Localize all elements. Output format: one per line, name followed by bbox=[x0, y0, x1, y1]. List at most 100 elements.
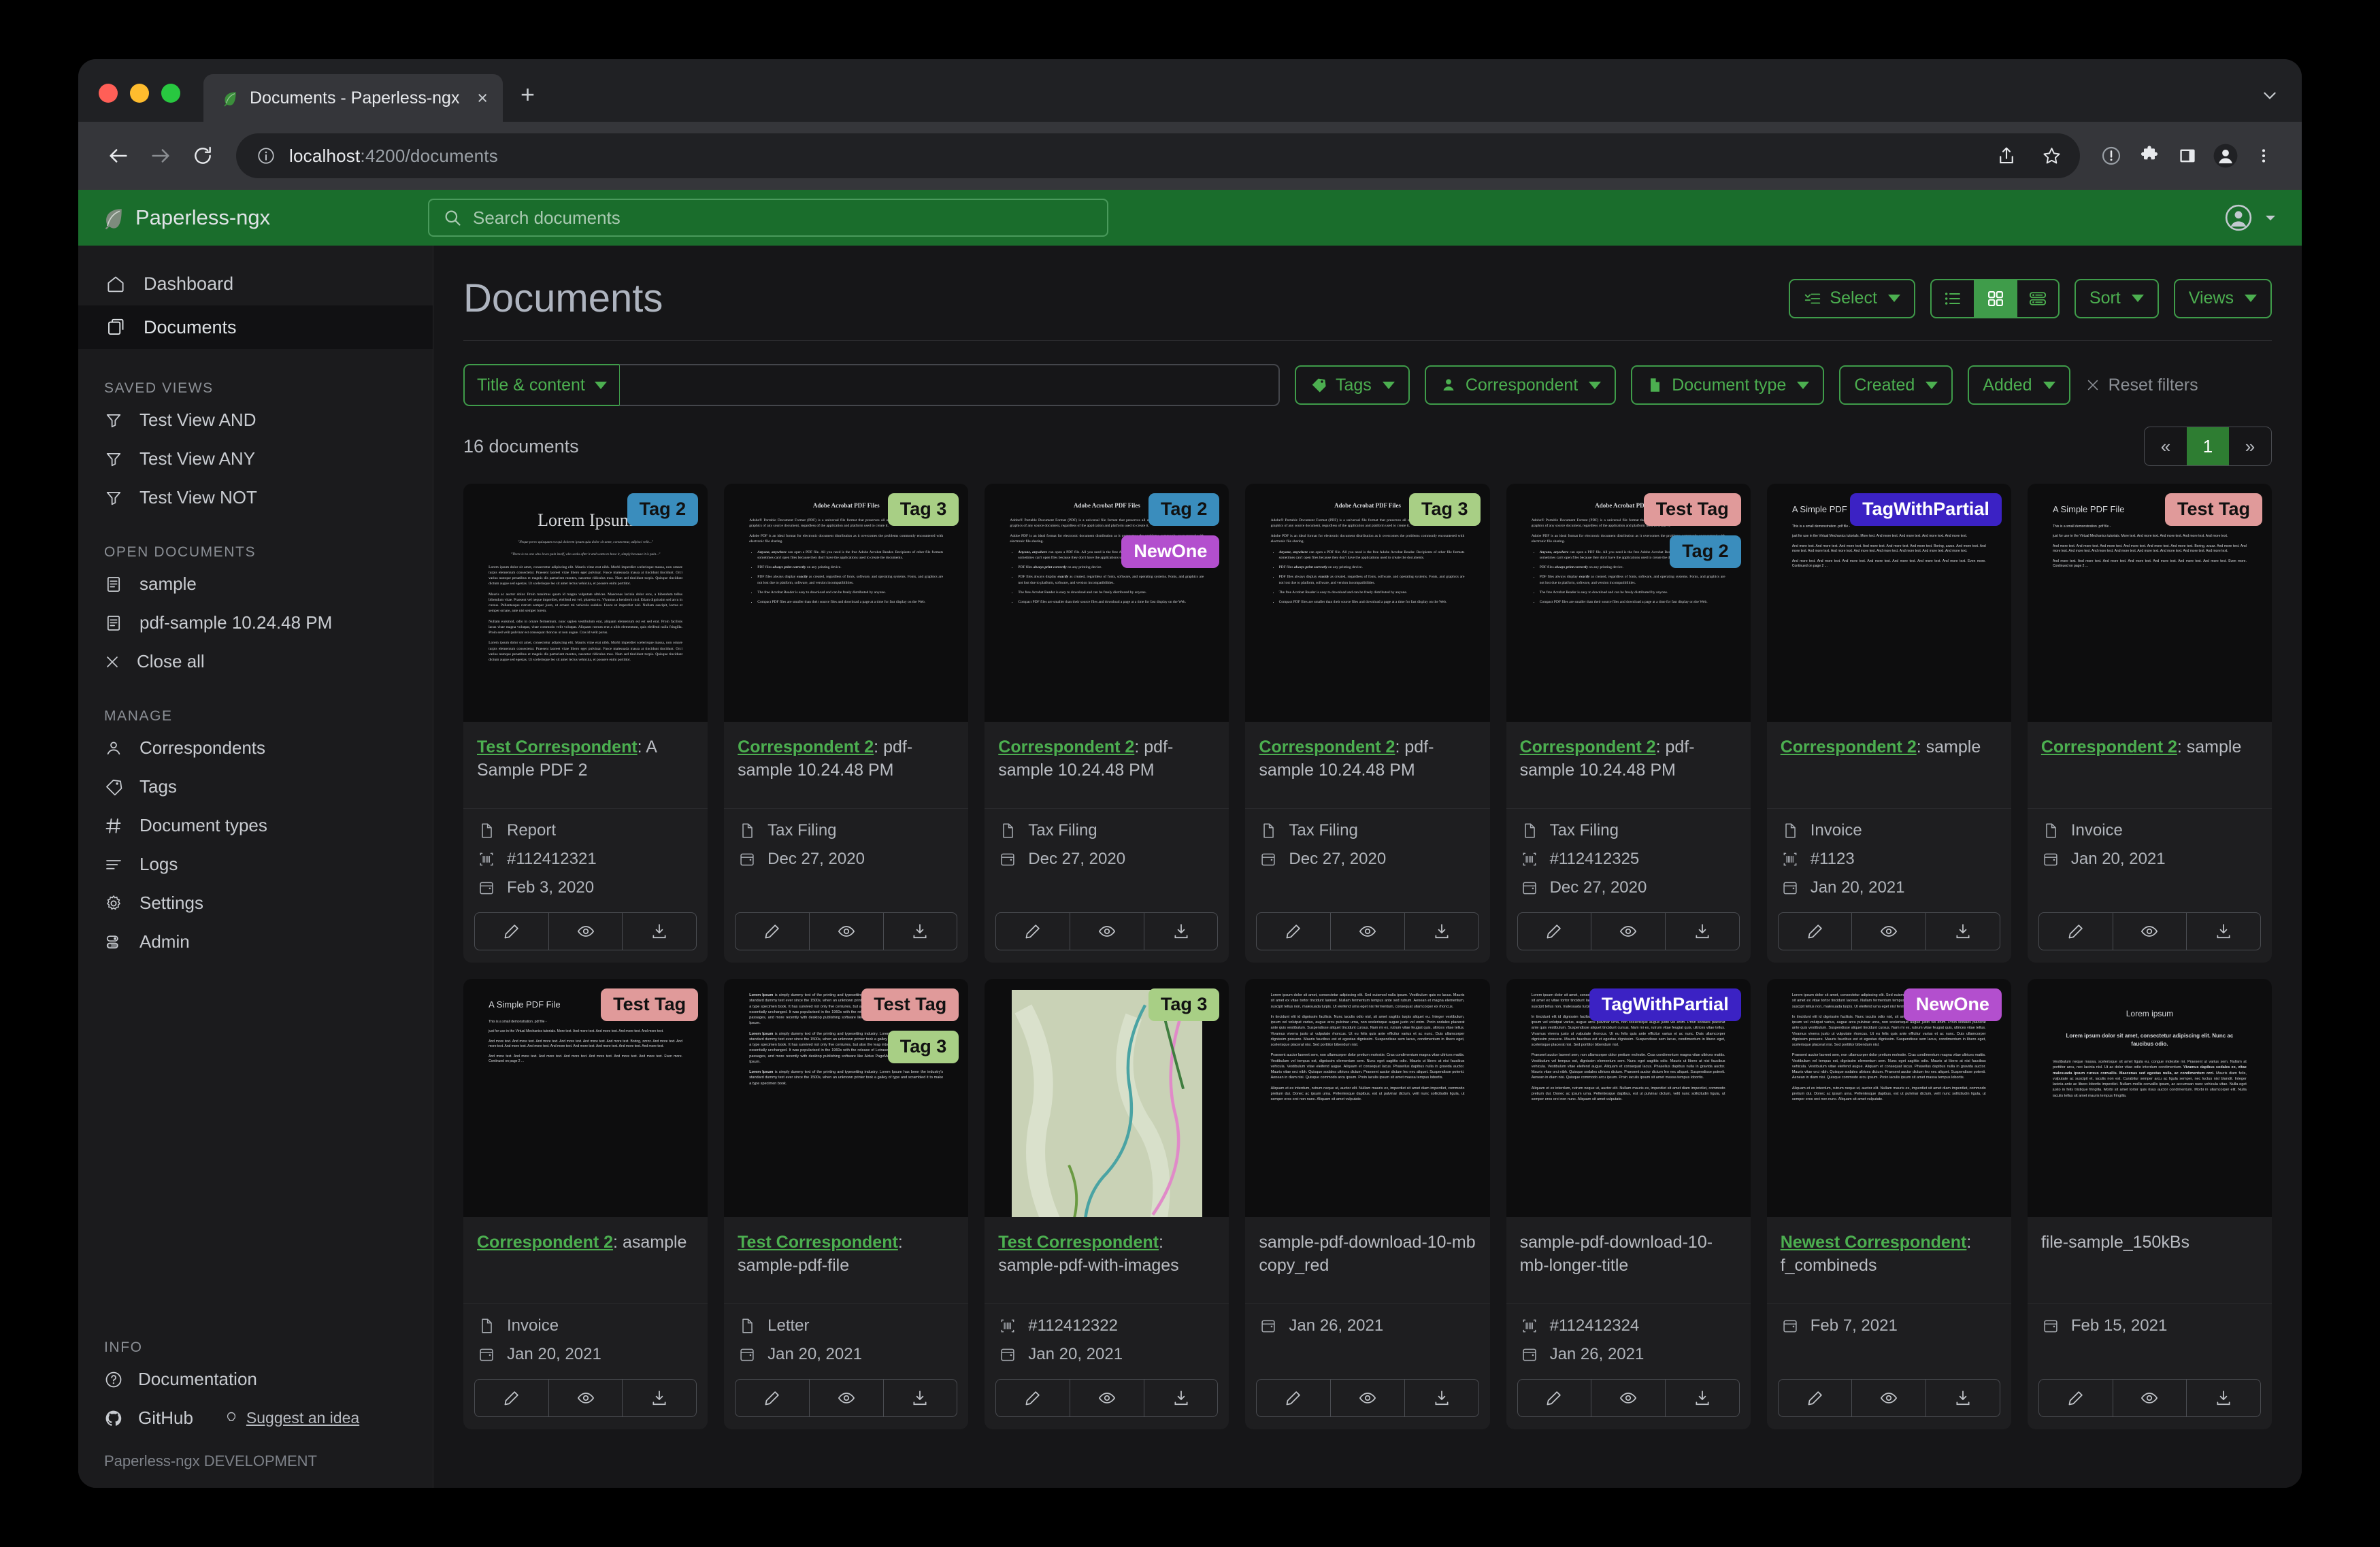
document-tag[interactable]: Tag 2 bbox=[1148, 493, 1220, 526]
side-panel-icon[interactable] bbox=[2168, 137, 2207, 175]
sidebar-item-correspondents[interactable]: Correspondents bbox=[78, 729, 433, 767]
pencil-icon[interactable] bbox=[1257, 913, 1330, 950]
document-tag[interactable]: Tag 2 bbox=[1670, 535, 1741, 568]
document-tag[interactable]: Tag 3 bbox=[887, 1030, 959, 1063]
eye-icon[interactable] bbox=[808, 1380, 883, 1416]
card-thumbnail[interactable]: Lorem ipsum Lorem ipsum dolor sit amet, … bbox=[2027, 979, 2272, 1217]
detail-view-icon[interactable] bbox=[2015, 280, 2058, 317]
eye-icon[interactable] bbox=[1070, 1380, 1144, 1416]
card-thumbnail[interactable]: Lorem ipsum dolor sit amet, consectetur … bbox=[1766, 979, 2011, 1217]
card-correspondent-link[interactable]: Newest Correspondent bbox=[1781, 1233, 1967, 1252]
pencil-icon[interactable] bbox=[736, 1380, 809, 1416]
card-thumbnail[interactable]: A Simple PDF File This is a small demons… bbox=[463, 979, 708, 1217]
document-card[interactable]: Lorem ipsum dolor sit amet, consectetur … bbox=[1766, 979, 2011, 1429]
download-icon[interactable] bbox=[1404, 1380, 1478, 1416]
pencil-icon[interactable] bbox=[996, 1380, 1070, 1416]
card-correspondent-link[interactable]: Correspondent 2 bbox=[477, 1233, 613, 1252]
card-thumbnail[interactable]: Lorem Ipsum is simply dummy text of the … bbox=[724, 979, 969, 1217]
document-tag[interactable]: Tag 2 bbox=[627, 493, 699, 526]
card-thumbnail[interactable]: A Simple PDF File This is a small demons… bbox=[1766, 484, 2011, 722]
close-window-button[interactable] bbox=[99, 84, 118, 103]
download-icon[interactable] bbox=[1404, 913, 1478, 950]
document-card[interactable]: A Simple PDF File This is a small demons… bbox=[2027, 484, 2272, 963]
pagination-next[interactable]: » bbox=[2229, 427, 2271, 465]
card-thumbnail[interactable]: Adobe Acrobat PDF Files Adobe® Portable … bbox=[724, 484, 969, 722]
sidebar-close-all[interactable]: Close all bbox=[78, 642, 433, 681]
pencil-icon[interactable] bbox=[1779, 1380, 1852, 1416]
download-icon[interactable] bbox=[1665, 913, 1739, 950]
eye-icon[interactable] bbox=[1851, 1380, 1926, 1416]
sidebar-item-suggest-idea[interactable]: Suggest an idea bbox=[223, 1409, 359, 1427]
document-tag[interactable]: Test Tag bbox=[2164, 493, 2262, 526]
eye-icon[interactable] bbox=[1330, 1380, 1404, 1416]
sidebar-open-doc-sample[interactable]: sample bbox=[78, 565, 433, 603]
pagination-page-1[interactable]: 1 bbox=[2187, 427, 2229, 465]
card-thumbnail[interactable]: Adobe Acrobat PDF Files Adobe® Portable … bbox=[1506, 484, 1751, 722]
created-filter-button[interactable]: Created bbox=[1839, 365, 1953, 405]
sidebar-item-documentation[interactable]: Documentation bbox=[78, 1360, 433, 1399]
pencil-icon[interactable] bbox=[1257, 1380, 1330, 1416]
sidebar-item-label[interactable]: GitHub bbox=[138, 1408, 193, 1429]
forward-arrow-icon[interactable] bbox=[139, 135, 182, 177]
card-correspondent-link[interactable]: Test Correspondent bbox=[738, 1233, 898, 1252]
document-tag[interactable]: Test Tag bbox=[861, 988, 959, 1021]
sidebar-item-test-view-any[interactable]: Test View ANY bbox=[78, 439, 433, 478]
eye-icon[interactable] bbox=[548, 913, 623, 950]
download-icon[interactable] bbox=[882, 913, 957, 950]
site-info-icon[interactable] bbox=[257, 146, 276, 165]
document-tag[interactable]: Tag 3 bbox=[1409, 493, 1481, 526]
document-card[interactable]: Adobe Acrobat PDF Files Adobe® Portable … bbox=[724, 484, 969, 963]
correspondent-filter-button[interactable]: Correspondent bbox=[1424, 365, 1617, 405]
card-thumbnail[interactable]: Adobe Acrobat PDF Files Adobe® Portable … bbox=[985, 484, 1229, 722]
eye-icon[interactable] bbox=[2112, 1380, 2187, 1416]
document-card[interactable]: Lorem ipsum dolor sit amet, consectetur … bbox=[1245, 979, 1490, 1429]
document-tag[interactable]: Test Tag bbox=[601, 988, 699, 1021]
sidebar-item-tags[interactable]: Tags bbox=[78, 767, 433, 806]
sidebar-item-dashboard[interactable]: Dashboard bbox=[78, 262, 433, 305]
browser-tab[interactable]: Documents - Paperless-ngx × bbox=[203, 74, 503, 122]
pencil-icon[interactable] bbox=[996, 913, 1070, 950]
card-correspondent-link[interactable]: Correspondent 2 bbox=[1520, 737, 1656, 756]
card-correspondent-link[interactable]: Correspondent 2 bbox=[738, 737, 874, 756]
three-dot-menu-icon[interactable] bbox=[2245, 137, 2283, 175]
download-icon[interactable] bbox=[1926, 1380, 2000, 1416]
pencil-icon[interactable] bbox=[1779, 913, 1852, 950]
sidebar-item-settings[interactable]: Settings bbox=[78, 884, 433, 922]
card-correspondent-link[interactable]: Correspondent 2 bbox=[2041, 737, 2177, 756]
download-icon[interactable] bbox=[1926, 913, 2000, 950]
minimize-window-button[interactable] bbox=[130, 84, 149, 103]
download-icon[interactable] bbox=[1665, 1380, 1739, 1416]
pencil-icon[interactable] bbox=[2039, 913, 2113, 950]
pencil-icon[interactable] bbox=[2039, 1380, 2113, 1416]
card-thumbnail[interactable]: Lorem Ipsum "Neque porro quisquam est qu… bbox=[463, 484, 708, 722]
download-icon[interactable] bbox=[1143, 1380, 1218, 1416]
card-thumbnail[interactable]: Lorem ipsum dolor sit amet, consectetur … bbox=[1245, 979, 1490, 1217]
document-card[interactable]: A Simple PDF File This is a small demons… bbox=[463, 979, 708, 1429]
sidebar-item-document-types[interactable]: Document types bbox=[78, 806, 433, 845]
eye-icon[interactable] bbox=[1070, 913, 1144, 950]
pencil-icon[interactable] bbox=[475, 1380, 548, 1416]
reset-filters-button[interactable]: Reset filters bbox=[2085, 376, 2198, 395]
pencil-icon[interactable] bbox=[475, 913, 548, 950]
eye-icon[interactable] bbox=[1591, 913, 1665, 950]
close-icon[interactable]: × bbox=[477, 88, 488, 107]
added-filter-button[interactable]: Added bbox=[1968, 365, 2070, 405]
grid-view-icon[interactable] bbox=[1973, 280, 2016, 317]
document-tag[interactable]: NewOne bbox=[1121, 535, 1220, 568]
search-input[interactable]: Search documents bbox=[428, 199, 1108, 237]
card-correspondent-link[interactable]: Correspondent 2 bbox=[1781, 737, 1917, 756]
document-card[interactable]: Lorem ipsum dolor sit amet, consectetur … bbox=[1506, 979, 1751, 1429]
download-icon[interactable] bbox=[2186, 1380, 2260, 1416]
download-icon[interactable] bbox=[2186, 913, 2260, 950]
eye-icon[interactable] bbox=[808, 913, 883, 950]
maximize-window-button[interactable] bbox=[161, 84, 180, 103]
pencil-icon[interactable] bbox=[736, 913, 809, 950]
select-button[interactable]: Select bbox=[1789, 278, 1915, 318]
document-type-filter-button[interactable]: Document type bbox=[1631, 365, 1825, 405]
document-card[interactable]: Lorem ipsum Lorem ipsum dolor sit amet, … bbox=[2027, 979, 2272, 1429]
pagination-prev[interactable]: « bbox=[2145, 427, 2187, 465]
profile-avatar-icon[interactable] bbox=[2207, 137, 2245, 175]
star-icon[interactable] bbox=[2032, 137, 2070, 175]
document-tag[interactable]: Tag 3 bbox=[1148, 988, 1220, 1021]
card-correspondent-link[interactable]: Test Correspondent bbox=[998, 1233, 1159, 1252]
